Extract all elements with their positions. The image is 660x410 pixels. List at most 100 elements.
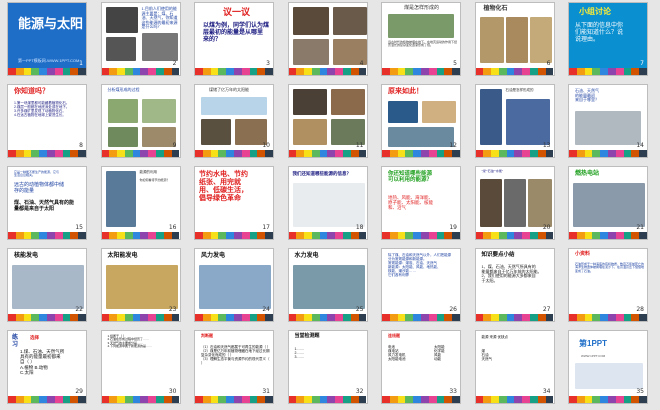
slide-text: 节约水电、节约 纸张、用完就 用、低碳生活， 倡导绿色革命: [199, 171, 248, 203]
slide-image: [529, 17, 552, 63]
slide-text: 你如何看待节约能源？: [139, 178, 170, 182]
slide-thumbnail-33[interactable]: 连线题 电池 煤电站 风力发电机 太阳能电池 太阳能 化学能 风能 动能 33: [381, 330, 461, 404]
slide-thumbnail-7[interactable]: 小组讨论 从下面的信息中你 们能知道什么？说 说理由。 7: [568, 2, 648, 76]
slide-text: 你还知道哪些能源 可以利用的能源？: [388, 171, 433, 184]
slide-number: 2: [172, 60, 177, 67]
slide-thumbnail-13[interactable]: 石油是怎样形成的 13: [474, 84, 555, 158]
color-stripe: [569, 314, 647, 321]
slide-image: [292, 89, 327, 115]
color-stripe: [475, 68, 554, 75]
color-stripe: [569, 396, 647, 403]
slide-text: 石油是怎样形成的: [505, 88, 534, 92]
slide-number: 32: [355, 388, 364, 395]
slide-text: WWW.1PPT.COM: [581, 354, 606, 358]
slide-text: 能源与太阳: [18, 16, 84, 31]
color-stripe: [101, 68, 180, 75]
slide-number: 8: [79, 142, 83, 149]
slide-thumbnail-19[interactable]: 你还知道哪些能源 可以利用的能源？ 地热、风能、海洋能、 原子能、太阳能、核能 和…: [381, 166, 461, 240]
color-stripe: [569, 68, 647, 75]
slide-thumbnail-29[interactable]: 练 习 选择 1.煤、石油、天然气所 具有的能量最初都来 自（ ） A.植物 B.动…: [7, 330, 87, 404]
slide-thumbnail-5[interactable]: 煤是怎样形成的 远古时代的植物被埋在地下，在地壳运动的作用下经历漫长的复杂变化逐渐…: [381, 2, 461, 76]
slide-image: [388, 127, 454, 147]
slide-image: [292, 183, 365, 227]
color-stripe: [569, 150, 647, 157]
color-stripe: [101, 314, 180, 321]
slide-thumbnail-17[interactable]: 节约水电、节约 纸张、用完就 用、低碳生活， 倡导绿色革命 17: [194, 166, 274, 240]
slide-thumbnail-11[interactable]: 11: [287, 84, 368, 158]
slide-text: 石油形成于一种海底的有机物质，数百万年前死亡的海洋生物遗体被掩埋在泥沙下，在高温…: [575, 262, 645, 273]
slide-thumbnail-18[interactable]: 我们还知道哪些能源的信息？ 18: [287, 166, 368, 240]
slide-image: [505, 17, 528, 63]
slide-text: 远古的动植物体都中储 存的能量: [14, 182, 65, 194]
slide-thumbnail-32[interactable]: 当堂检测题 1.…… 2.…… 3.…… 32: [287, 330, 368, 404]
slide-thumbnail-6[interactable]: 植物化石 6: [474, 2, 555, 76]
slide-text: 能源 来源 优缺点: [481, 335, 508, 339]
slide-image: [105, 37, 136, 61]
slide-text: 连线题: [388, 333, 400, 338]
slide-thumbnail-30[interactable]: 1.煤属于（ ） 2.石油在形成过程中经历了…… 3.天然气的主要成分是…… 4…: [100, 330, 181, 404]
slide-number: 15: [75, 224, 83, 231]
color-stripe: [288, 314, 367, 321]
slide-thumbnail-12[interactable]: 原来如此！ 12: [381, 84, 461, 158]
slide-number: 17: [262, 224, 270, 231]
slide-number: 24: [262, 306, 270, 313]
slide-image: [479, 179, 502, 227]
slide-number: 22: [75, 306, 83, 313]
slide-thumbnail-26[interactable]: 除了煤、石油和天然气以外，人们把能源 分为常规能源和新能源。 常规能源：煤炭、石…: [381, 248, 461, 322]
slide-text: 我们还知道哪些能源的信息？: [292, 171, 352, 176]
slide-thumbnail-4[interactable]: 4: [287, 2, 368, 76]
slide-thumbnail-9[interactable]: 分析煤形成的过程 9: [100, 84, 181, 158]
color-stripe: [475, 396, 554, 403]
slide-text: 太阳能 化学能 风能 动能: [434, 345, 445, 362]
slide-text: 小组讨论: [579, 7, 611, 16]
slide-image: [292, 119, 327, 145]
slide-number: 33: [449, 388, 457, 395]
slide-thumbnail-34[interactable]: 能源 来源 优缺点煤 石油 天然气 34: [474, 330, 555, 404]
slide-text: 小资料: [575, 251, 591, 257]
slide-text: 风力发电: [201, 253, 226, 259]
slide-thumbnail-3[interactable]: 议一议 以煤为例，同学们认为煤 层最初的能量是从哪里 来的？ 3: [194, 2, 274, 76]
slide-number: 5: [453, 60, 457, 67]
slide-thumbnail-21[interactable]: 燃热电站 21: [568, 166, 648, 240]
slide-thumbnail-22[interactable]: 核能发电 22: [7, 248, 87, 322]
color-stripe: [8, 68, 86, 75]
slide-thumbnail-8[interactable]: 你知道吗？ 1.第一块煤里都可能藏着植物化石。 2.煤层一般都在地底深处或在地下。…: [7, 84, 87, 158]
slide-number: 12: [449, 142, 457, 149]
slide-text: 水力发电: [294, 253, 319, 259]
slide-thumbnail-27[interactable]: 知识要点小结 1、煤、石油、天然气所具有的 能量都来自于亿万年前的太阳能。 2、我…: [474, 248, 555, 322]
slide-thumbnail-16[interactable]: 能源的利用 你如何看待节约能源？ 16: [100, 166, 181, 240]
slide-thumbnail-25[interactable]: 水力发电 25: [287, 248, 368, 322]
slide-thumbnail-24[interactable]: 风力发电 24: [194, 248, 274, 322]
color-stripe: [382, 232, 460, 239]
slide-image: [479, 89, 502, 145]
slide-number: 19: [449, 224, 457, 231]
slide-thumbnail-23[interactable]: 太阳能发电 23: [100, 248, 181, 322]
slide-thumbnail-31[interactable]: 判断题 （1）石油和天然气都属于可再生的能源（ ） （2）煤是亿万年前植物埋藏在地…: [194, 330, 274, 404]
slide-text: 核能发电: [14, 253, 39, 259]
slide-number: 14: [636, 142, 644, 149]
slide-thumbnail-20[interactable]: "煤""石油""水能" 20: [474, 166, 555, 240]
slide-thumbnail-1[interactable]: 能源与太阳 第一PPT模板网-WWW.1PPT.COM 1: [7, 2, 87, 76]
slide-thumbnail-15[interactable]: 它是一种能不断生产的能源，它与 生活息息相关。 远古的动植物体都中储 存的能量 煤、…: [7, 166, 87, 240]
slide-thumbnail-28[interactable]: 小资料石油形成于一种海底的有机物质，数百万年前死亡的海洋生物遗体被掩埋在泥沙下，…: [568, 248, 648, 322]
color-stripe: [8, 314, 86, 321]
slide-image: [105, 7, 138, 33]
slide-image: [105, 265, 178, 309]
slide-thumbnail-14[interactable]: 石油、天然气 的能量最初 来自于哪里？ 14: [568, 84, 648, 158]
color-stripe: [288, 68, 367, 75]
slide-text: 判断题: [201, 333, 213, 338]
slide-text: 除了煤、石油和天然气以外，人们把能源 分为常规能源和新能源。 常规能源：煤炭、石…: [388, 253, 451, 278]
slide-text: 知识要点小结: [481, 252, 515, 258]
slide-text: 选择: [30, 335, 39, 340]
slide-thumbnail-2[interactable]: 1.目前人们使用的能源主要是：煤、石油、天然气，你知道这些能源的最初来源是什么吗…: [100, 2, 181, 76]
slide-number: 6: [546, 60, 551, 67]
slide-thumbnail-10[interactable]: 煤储了亿万年的太阳能 10: [194, 84, 274, 158]
slide-number: 21: [636, 224, 644, 231]
slide-image: [107, 127, 138, 147]
slide-thumbnail-35[interactable]: 第1PPT WWW.1PPT.COM 35: [568, 330, 648, 404]
slide-text: 地热、风能、海洋能、 原子能、太阳能、核能 和、沼气: [388, 195, 433, 211]
slide-image: [388, 101, 418, 123]
color-stripe: [288, 396, 367, 403]
slide-text: 第1PPT: [579, 339, 608, 348]
slide-number: 31: [262, 388, 270, 395]
